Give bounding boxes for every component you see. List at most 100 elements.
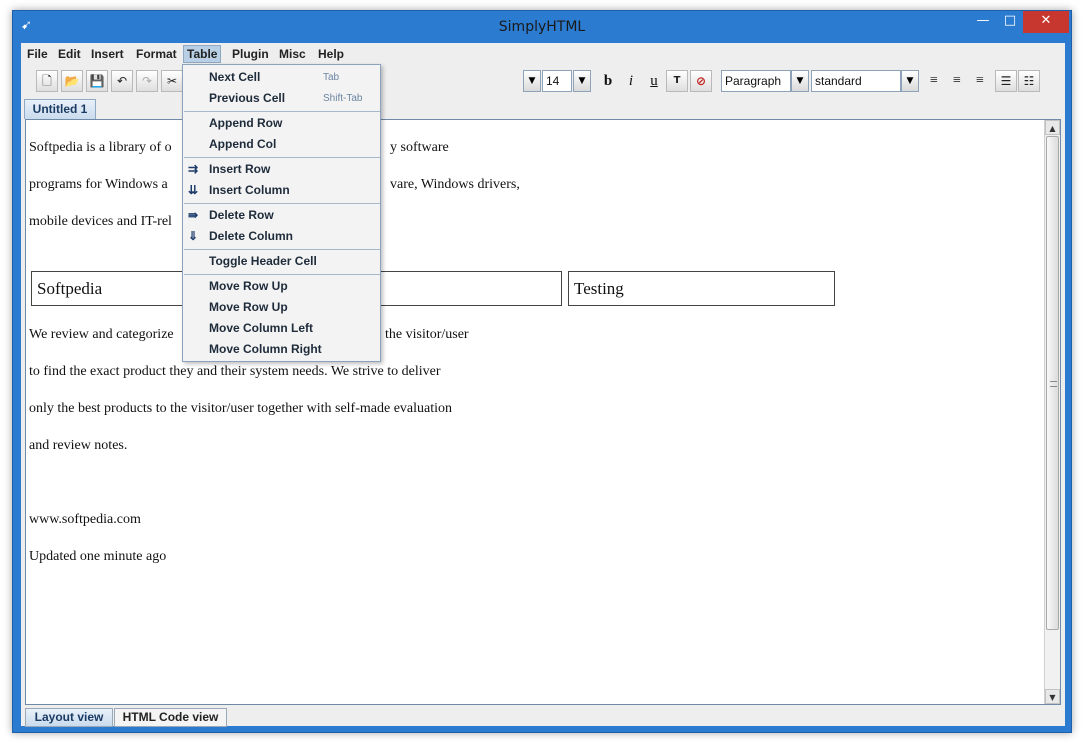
menu-separator: [184, 157, 380, 158]
menu-item-label: Move Row Up: [209, 300, 288, 314]
maximize-button[interactable]: □: [996, 11, 1024, 33]
align-right-icon[interactable]: ≡: [969, 70, 991, 92]
menu-item-insert-column[interactable]: ⇊ Insert Column: [183, 180, 380, 201]
menu-edit[interactable]: Edit: [55, 46, 84, 62]
tab-html-code-view[interactable]: HTML Code view: [114, 708, 227, 727]
font-size-select[interactable]: 14: [542, 70, 572, 92]
paragraph: and review notes.: [29, 438, 128, 453]
new-document-icon[interactable]: 🗋: [36, 70, 58, 92]
menu-item-delete-row[interactable]: ⇛ Delete Row: [183, 205, 380, 226]
save-icon[interactable]: 💾: [86, 70, 108, 92]
align-center-icon[interactable]: ≡: [946, 70, 968, 92]
menu-item-label: Append Row: [209, 116, 283, 130]
numbered-list-icon[interactable]: ☷: [1018, 70, 1040, 92]
font-size-dropdown-icon[interactable]: ▼: [573, 70, 591, 92]
menu-item-shortcut: Shift-Tab: [323, 93, 363, 104]
menu-item-label: Delete Column: [209, 229, 294, 243]
minimize-button[interactable]: —: [969, 11, 997, 33]
document-tab[interactable]: Untitled 1: [24, 99, 96, 119]
menu-item-append-row[interactable]: Append Row: [183, 113, 380, 134]
paragraph: Softpedia is a library of o: [29, 140, 172, 155]
delete-row-icon: ⇛: [188, 208, 199, 222]
menu-item-label: Append Col: [209, 137, 277, 151]
paragraph-style-select[interactable]: Paragraph: [721, 70, 791, 92]
paragraph: www.softpedia.com: [29, 512, 141, 527]
italic-button[interactable]: i: [620, 70, 642, 92]
document-editor[interactable]: Softpedia is a library of o y software p…: [25, 119, 1061, 705]
cut-icon[interactable]: ✂: [161, 70, 183, 92]
stylesheet-select[interactable]: standard: [811, 70, 901, 92]
app-window: ➹ SimplyHTML — □ ✕ File Edit Insert Form…: [12, 10, 1072, 733]
menu-separator: [184, 274, 380, 275]
menu-insert[interactable]: Insert: [88, 46, 127, 62]
redo-icon[interactable]: ↷: [136, 70, 158, 92]
menu-item-next-cell[interactable]: Next Cell Tab: [183, 67, 380, 88]
menu-misc[interactable]: Misc: [276, 46, 309, 62]
font-family-dropdown-icon[interactable]: ▼: [523, 70, 541, 92]
paragraph: only the best products to the visitor/us…: [29, 401, 453, 416]
open-folder-icon[interactable]: 📂: [61, 70, 83, 92]
paragraph-fragment: the visitor/user: [385, 327, 469, 342]
menu-separator: [184, 111, 380, 112]
menu-item-insert-row[interactable]: ⇉ Insert Row: [183, 159, 380, 180]
table-cell[interactable]: Testing: [568, 271, 835, 306]
menu-item-label: Delete Row: [209, 208, 274, 222]
align-left-icon[interactable]: ≡: [923, 70, 945, 92]
menu-item-shortcut: Tab: [323, 72, 340, 83]
view-tabs: Layout view HTML Code view: [25, 706, 625, 727]
text-color-icon[interactable]: T: [666, 70, 688, 92]
toolbar: 🗋 📂 💾 ↶ ↷ ✂ ▼ 14 ▼ b i u T ⊘ Paragraph ▼…: [21, 67, 1065, 97]
menu-item-label: Insert Row: [209, 162, 271, 176]
close-button[interactable]: ✕: [1023, 11, 1069, 33]
menu-plugin[interactable]: Plugin: [229, 46, 272, 62]
delete-column-icon: ⇓: [188, 229, 199, 243]
menu-separator: [184, 203, 380, 204]
menu-item-move-column-left[interactable]: Move Column Left: [183, 318, 380, 339]
bold-button[interactable]: b: [597, 70, 619, 92]
menu-item-label: Insert Column: [209, 183, 290, 197]
client-area: File Edit Insert Format Table Plugin Mis…: [21, 43, 1065, 727]
paragraph: programs for Windows a: [29, 177, 168, 192]
menu-item-label: Toggle Header Cell: [209, 254, 317, 268]
paragraph-fragment: y software: [390, 140, 449, 155]
paragraph: Updated one minute ago: [29, 549, 167, 564]
menu-item-label: Move Column Left: [209, 321, 313, 335]
window-title: SimplyHTML: [498, 19, 586, 35]
insert-row-icon: ⇉: [188, 162, 199, 176]
menu-item-append-col[interactable]: Append Col: [183, 134, 380, 155]
paragraph-style-dropdown-icon[interactable]: ▼: [791, 70, 809, 92]
grip-icon: [1050, 381, 1057, 387]
underline-button[interactable]: u: [643, 70, 665, 92]
stylesheet-dropdown-icon[interactable]: ▼: [901, 70, 919, 92]
insert-column-icon: ⇊: [188, 183, 199, 197]
tab-layout-view[interactable]: Layout view: [25, 708, 113, 727]
menu-item-delete-column[interactable]: ⇓ Delete Column: [183, 226, 380, 247]
menu-item-move-row-up-2[interactable]: Move Row Up: [183, 297, 380, 318]
table-menu-dropdown: Next Cell Tab Previous Cell Shift-Tab Ap…: [182, 64, 381, 362]
menu-item-label: Next Cell: [209, 70, 261, 84]
menu-item-label: Previous Cell: [209, 91, 286, 105]
menu-item-previous-cell[interactable]: Previous Cell Shift-Tab: [183, 88, 380, 109]
paragraph: mobile devices and IT-rel: [29, 214, 172, 229]
scroll-up-icon[interactable]: ▲: [1045, 120, 1060, 135]
menu-item-label: Move Row Up: [209, 279, 288, 293]
menu-format[interactable]: Format: [133, 46, 180, 62]
menu-file[interactable]: File: [24, 46, 51, 62]
vertical-scrollbar[interactable]: ▲ ▼: [1044, 120, 1060, 704]
scroll-thumb[interactable]: [1046, 136, 1059, 630]
menu-item-toggle-header-cell[interactable]: Toggle Header Cell: [183, 251, 380, 272]
undo-icon[interactable]: ↶: [111, 70, 133, 92]
paragraph-fragment: vare, Windows drivers,: [390, 177, 520, 192]
menu-item-move-row-up[interactable]: Move Row Up: [183, 276, 380, 297]
title-bar[interactable]: ➹ SimplyHTML — □ ✕: [13, 11, 1071, 43]
paragraph: to find the exact product they and their…: [29, 364, 441, 379]
scroll-down-icon[interactable]: ▼: [1045, 689, 1060, 704]
menu-item-move-column-right[interactable]: Move Column Right: [183, 339, 380, 360]
menu-table[interactable]: Table: [183, 45, 222, 63]
menu-separator: [184, 249, 380, 250]
menu-item-label: Move Column Right: [209, 342, 322, 356]
clear-format-icon[interactable]: ⊘: [690, 70, 712, 92]
bullet-list-icon[interactable]: ☰: [995, 70, 1017, 92]
menu-help[interactable]: Help: [315, 46, 347, 62]
paragraph: We review and categorize: [29, 327, 174, 342]
